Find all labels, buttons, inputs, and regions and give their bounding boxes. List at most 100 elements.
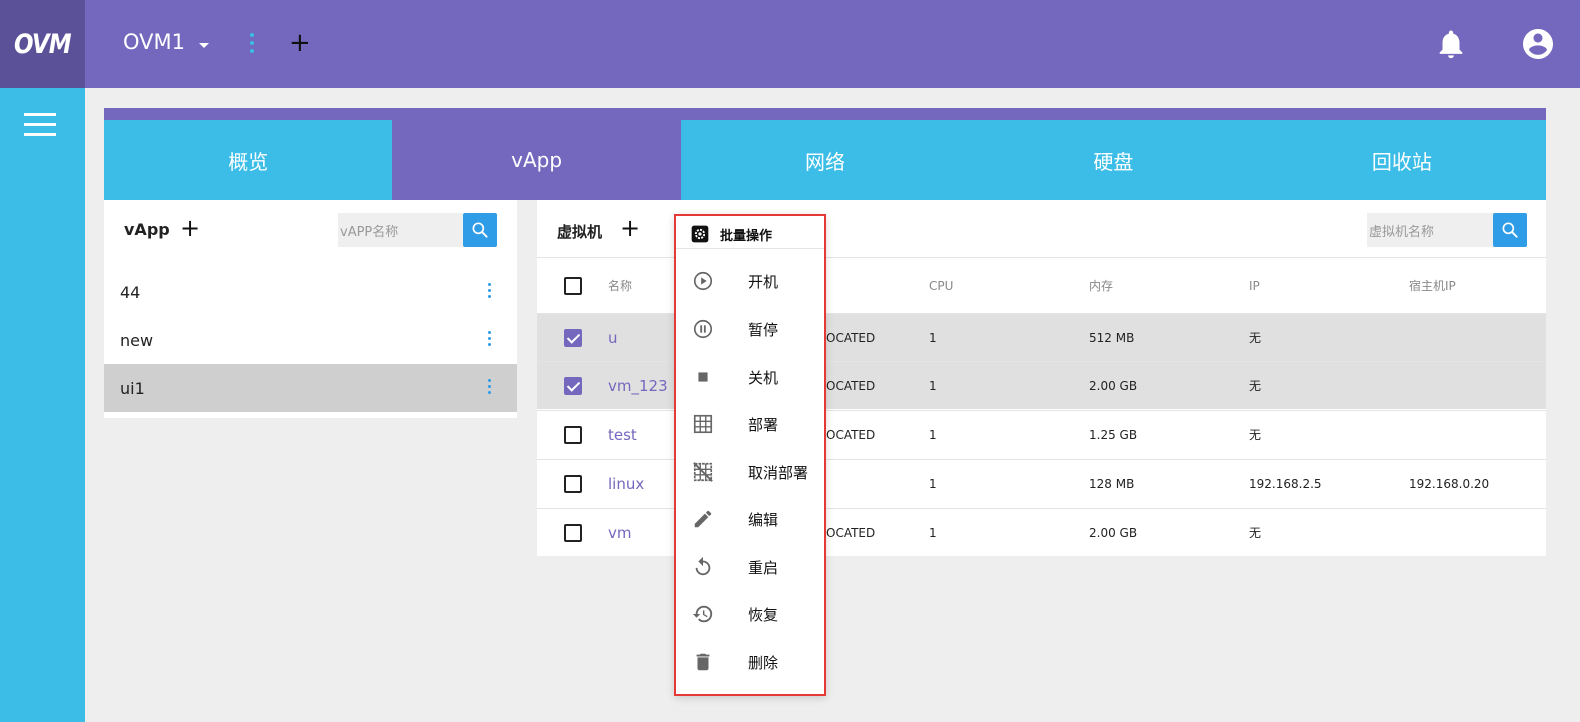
vapp-list-item[interactable]: 44 [104,268,517,316]
menu-item-label: 暂停 [748,320,779,339]
stop-icon [698,372,708,382]
history-icon [692,605,713,623]
menu-item-power-on[interactable]: 开机 [692,266,822,296]
tabs-top-strip [104,108,1546,120]
vapp-panel-title: vApp [124,220,170,239]
gear-icon [691,225,709,243]
vm-memory: 2.00 GB [1089,525,1138,540]
row-checkbox[interactable] [564,524,582,542]
vm-ip: 无 [1249,379,1262,393]
vm-memory: 128 MB [1089,476,1135,491]
menu-item-restart[interactable]: 重启 [692,552,822,582]
vm-memory: 512 MB [1089,330,1135,345]
vm-name-link[interactable]: vm [608,509,632,556]
vm-panel-title: 虚拟机 [557,223,603,241]
vm-memory: 2.00 GB [1089,378,1138,393]
environment-selector-label[interactable]: OVM1 [123,30,185,54]
menu-icon[interactable] [24,113,56,143]
vm-status: OCATED [826,525,876,540]
vapp-item-label: new [120,330,154,350]
pencil-icon [694,510,712,528]
menu-item-label: 取消部署 [748,463,809,482]
vm-name-link[interactable]: test [608,411,637,458]
menu-item-restore[interactable]: 恢复 [692,599,822,629]
row-checkbox[interactable] [564,329,582,347]
tab-bar: 概览 vApp 网络 硬盘 回收站 [104,120,1546,200]
vm-ip: 无 [1249,526,1262,540]
add-environment-button[interactable]: + [289,28,311,58]
add-vapp-button[interactable]: + [180,214,200,242]
vm-cpu: 1 [929,427,937,442]
vm-name-link[interactable]: u [608,314,618,361]
batch-operations-header[interactable]: 批量操作 [690,224,772,244]
header-ip: IP [1249,278,1260,293]
row-checkbox[interactable] [564,475,582,493]
vapp-list: 44 new ui1 [104,268,517,412]
vm-ip: 无 [1249,428,1262,442]
menu-item-label: 开机 [748,272,779,291]
tab-overview[interactable]: 概览 [104,120,392,200]
vapp-item-label: 44 [120,282,141,302]
tab-vapp[interactable]: vApp [392,120,681,200]
vm-memory: 1.25 GB [1089,427,1138,442]
more-vert-icon[interactable] [488,379,491,394]
vapp-panel: vApp + vAPP名称 44 new ui1 [104,200,517,418]
restart-icon [695,556,711,576]
vm-cpu: 1 [929,525,937,540]
vm-status: OCATED [826,330,876,345]
select-all-checkbox[interactable] [564,277,582,295]
vapp-search-input[interactable]: vAPP名称 [338,213,463,247]
left-rail [0,88,85,722]
vm-search-button[interactable] [1493,213,1527,247]
grid-off-icon [693,462,713,482]
batch-operations-title: 批量操作 [720,228,773,244]
top-bar: OVM OVM1 + [0,0,1580,88]
menu-item-deploy[interactable]: 部署 [692,409,822,439]
vapp-list-item[interactable]: new [104,316,517,364]
vm-name-link[interactable]: vm_123 [608,362,668,409]
vm-status: OCATED [826,378,876,393]
trash-icon [696,653,710,671]
tab-disk[interactable]: 硬盘 [969,120,1257,200]
add-vm-button[interactable]: + [620,214,640,242]
vm-cpu: 1 [929,476,937,491]
vm-cpu: 1 [929,378,937,393]
tab-recycle-bin[interactable]: 回收站 [1258,120,1546,200]
row-checkbox[interactable] [564,426,582,444]
row-checkbox[interactable] [564,377,582,395]
menu-item-label: 部署 [748,415,779,434]
caret-down-icon[interactable] [199,43,209,48]
menu-item-edit[interactable]: 编辑 [692,504,822,534]
menu-item-delete[interactable]: 删除 [692,647,822,677]
header-name: 名称 [608,279,633,293]
more-vert-icon[interactable] [250,33,254,53]
more-vert-icon[interactable] [488,331,491,346]
account-circle-icon[interactable] [1520,26,1556,62]
play-circle-icon [693,271,713,291]
vm-status: OCATED [826,427,876,442]
vm-ip: 无 [1249,331,1262,345]
batch-operations-menu: 批量操作 开机 暂停 关机 部署 取消部署 编辑 重启 恢复 删除 [674,214,826,696]
search-icon [1502,222,1518,238]
logo[interactable]: OVM [0,0,85,88]
pause-circle-icon [693,319,713,339]
menu-item-undeploy[interactable]: 取消部署 [692,457,822,487]
logo-text: OVM [14,28,72,60]
vapp-search-button[interactable] [463,213,497,247]
header-memory: 内存 [1089,279,1114,293]
bell-icon[interactable] [1434,26,1468,62]
divider [676,248,824,249]
search-icon [472,222,488,238]
vm-name-link[interactable]: linux [608,460,644,507]
menu-item-pause[interactable]: 暂停 [692,314,822,344]
menu-item-label: 删除 [748,653,779,672]
menu-item-label: 重启 [748,558,779,577]
header-host-ip: 宿主机IP [1409,279,1456,293]
vapp-list-item[interactable]: ui1 [104,364,517,412]
menu-item-shutdown[interactable]: 关机 [692,362,822,392]
tab-network[interactable]: 网络 [681,120,969,200]
vm-host-ip: 192.168.0.20 [1409,476,1490,491]
vm-search-input[interactable]: 虚拟机名称 [1367,213,1493,247]
more-vert-icon[interactable] [488,283,491,298]
vapp-item-label: ui1 [120,378,145,398]
